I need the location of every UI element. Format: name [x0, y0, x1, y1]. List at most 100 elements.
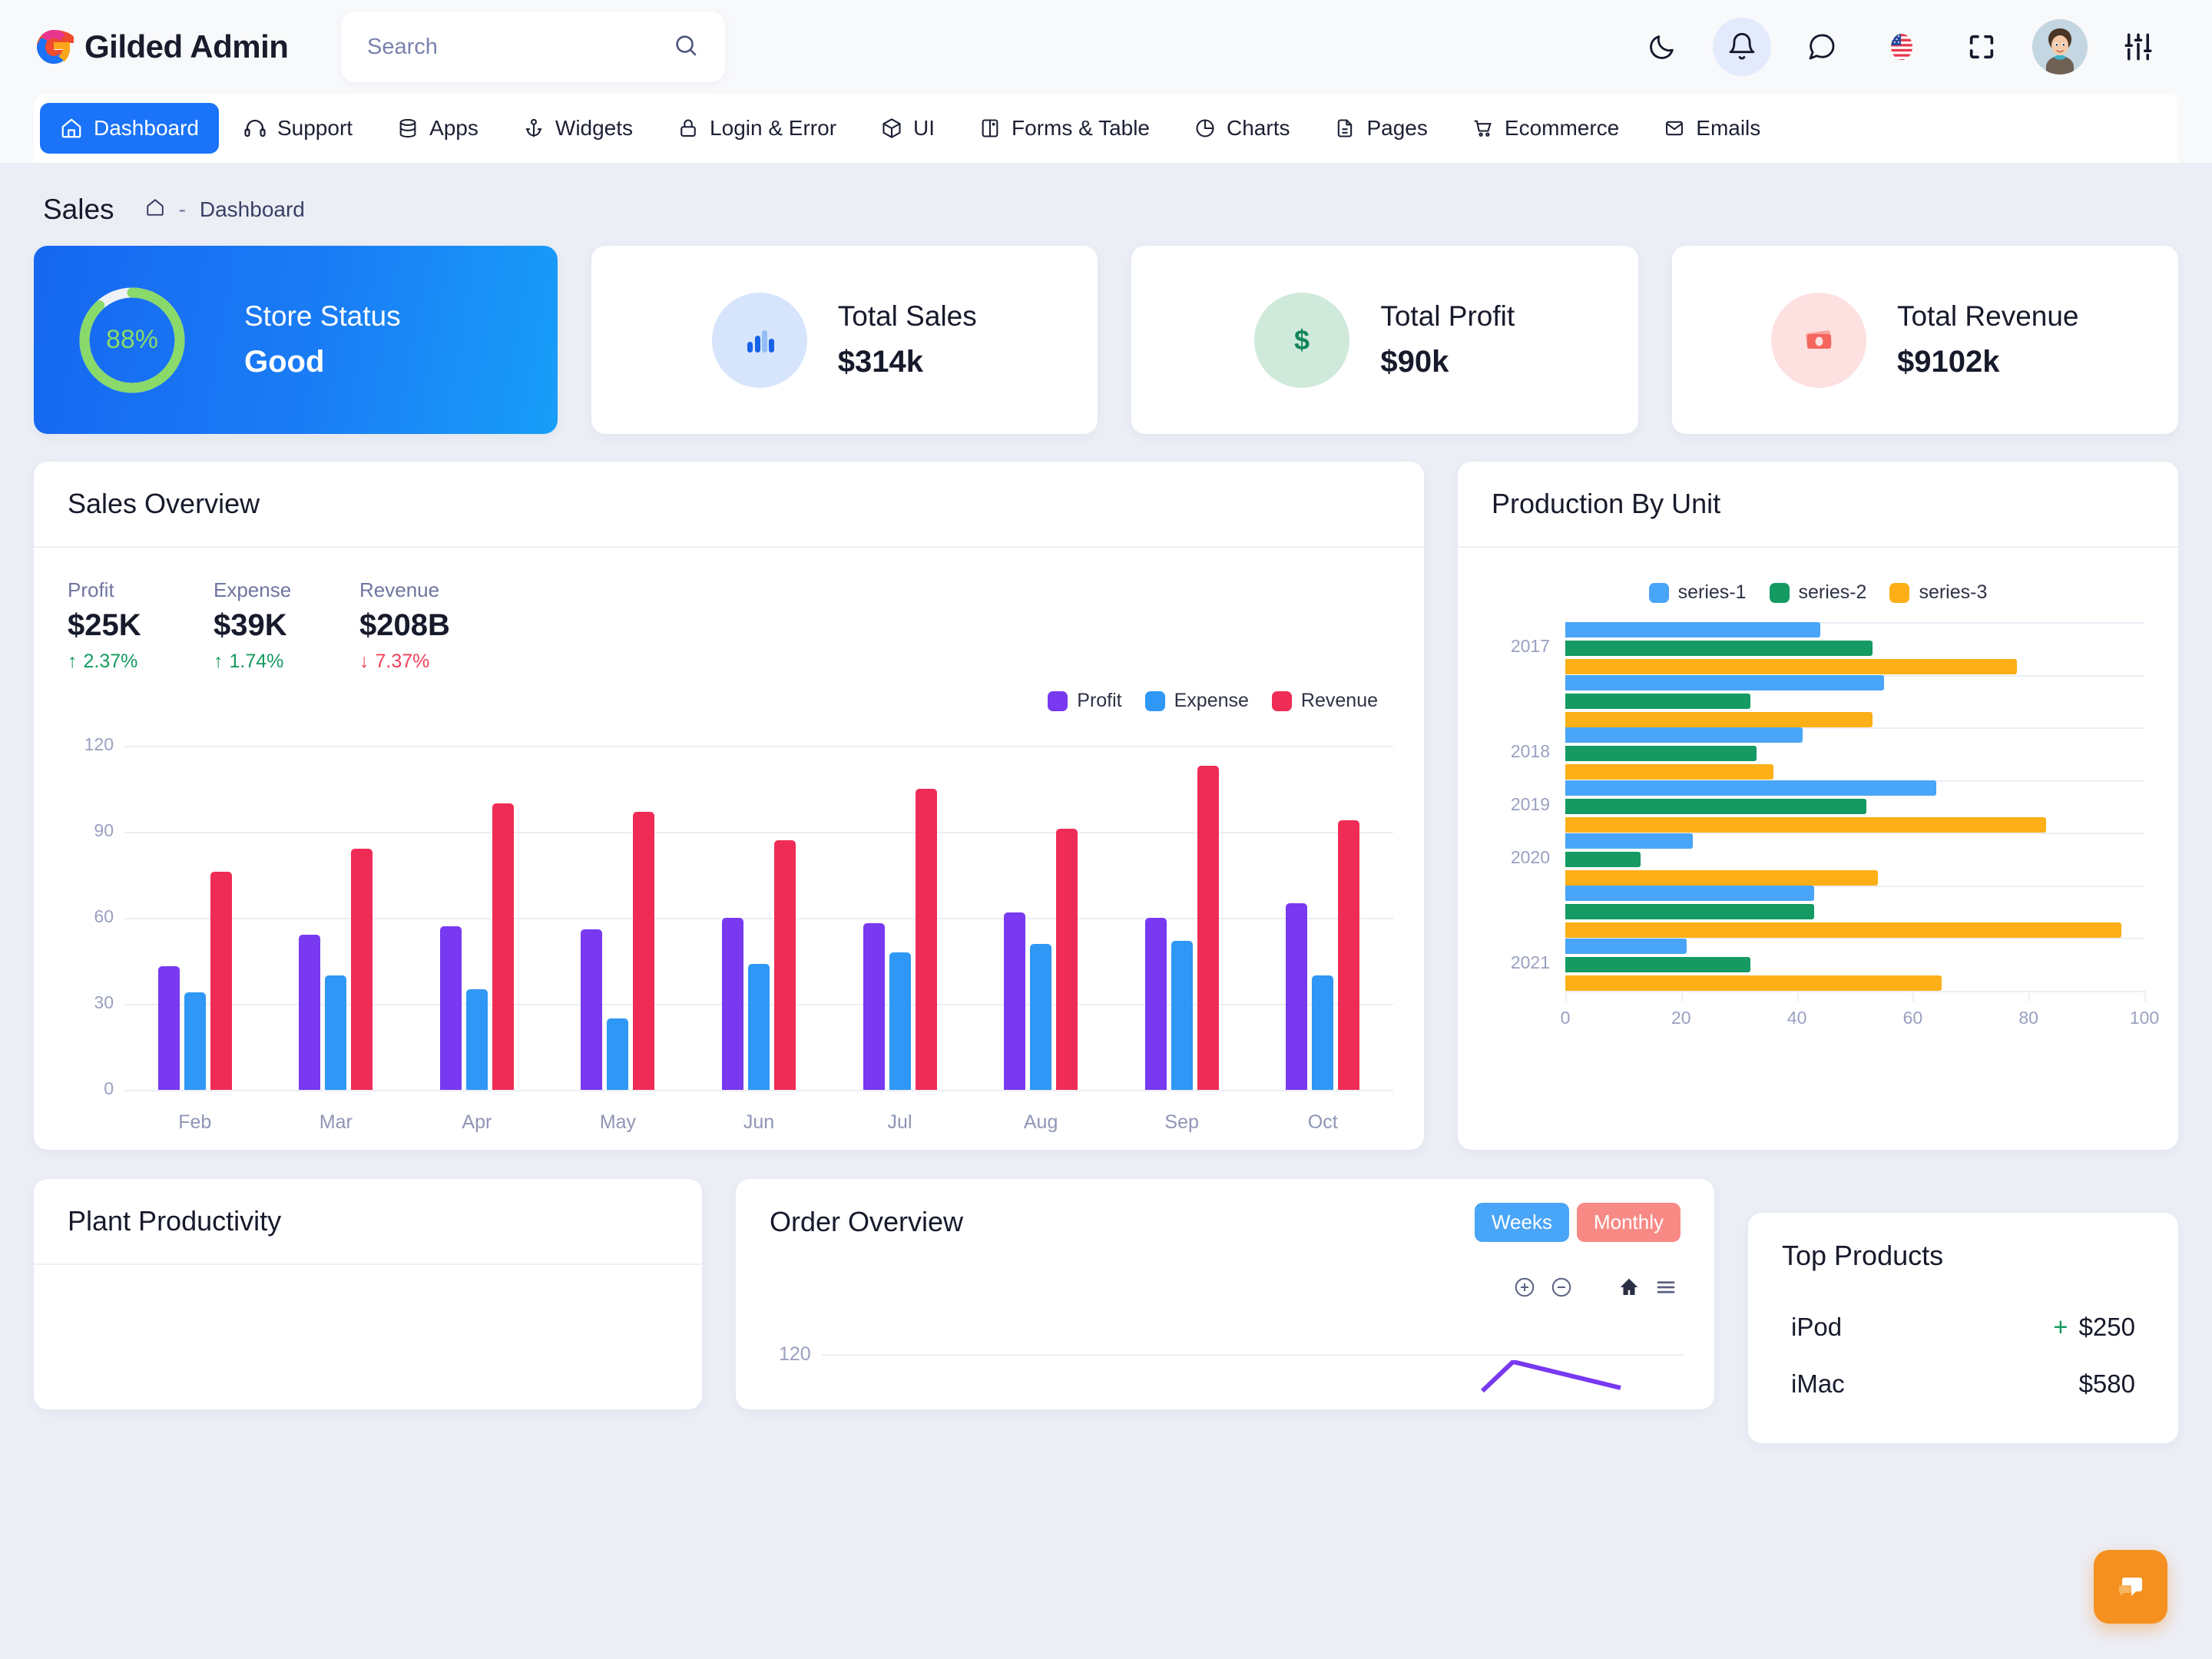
bar-revenue[interactable] [633, 811, 655, 1090]
bar-series-1[interactable] [1565, 622, 1820, 638]
legend-swatch [1048, 690, 1068, 711]
bar-expense[interactable] [1171, 940, 1193, 1090]
top-product-row[interactable]: iPod + $250 [1748, 1299, 2178, 1356]
bar-revenue[interactable] [351, 849, 373, 1090]
stat-label: Total Revenue [1896, 300, 2079, 332]
bar-series-2[interactable] [1565, 693, 1751, 709]
nav-item-apps[interactable]: Apps [377, 103, 498, 154]
dark-mode-icon[interactable] [1633, 18, 1691, 76]
bar-expense[interactable] [889, 952, 911, 1090]
tab-monthly[interactable]: Monthly [1576, 1202, 1681, 1242]
database-icon [397, 118, 419, 139]
bar-group [1004, 746, 1078, 1090]
nav-item-ecommerce[interactable]: Ecommerce [1452, 103, 1639, 154]
nav-item-charts[interactable]: Charts [1174, 103, 1310, 154]
bar-series-1[interactable] [1565, 674, 1884, 690]
breadcrumb-current[interactable]: Dashboard [200, 197, 305, 222]
bar-profit[interactable] [1286, 903, 1308, 1090]
bar-expense[interactable] [1030, 943, 1052, 1090]
stat-card-total-revenue[interactable]: Total Revenue $9102k [1671, 246, 2178, 434]
bar-series-2[interactable] [1565, 746, 1757, 762]
home-icon[interactable] [145, 197, 165, 223]
nav-item-pages[interactable]: Pages [1314, 103, 1447, 154]
bar-series-2[interactable] [1565, 799, 1867, 814]
nav-item-forms-table[interactable]: Forms & Table [959, 103, 1170, 154]
nav-item-ui[interactable]: UI [861, 103, 955, 154]
bar-expense[interactable] [748, 963, 770, 1090]
bar-profit[interactable] [157, 966, 180, 1090]
bar-series-3[interactable] [1565, 817, 2046, 833]
bell-icon[interactable] [1713, 18, 1771, 76]
nav-item-emails[interactable]: Emails [1644, 103, 1780, 154]
bar-revenue[interactable] [915, 789, 937, 1090]
search-icon[interactable] [673, 32, 699, 62]
bar-revenue[interactable] [774, 840, 796, 1090]
bar-series-1[interactable] [1565, 886, 1815, 902]
bar-series-1[interactable] [1565, 780, 1936, 796]
bar-revenue[interactable] [210, 872, 232, 1090]
brand[interactable]: Gilded Admin [34, 27, 341, 67]
bar-profit[interactable] [299, 935, 321, 1090]
reset-icon[interactable] [1618, 1276, 1641, 1303]
bar-profit[interactable] [1004, 912, 1026, 1090]
bar-profit[interactable] [581, 929, 603, 1090]
bar-series-3[interactable] [1565, 659, 2018, 675]
support-chat-fab[interactable] [2094, 1550, 2167, 1624]
nav-item-login-error[interactable]: Login & Error [657, 103, 856, 154]
page-title: Sales [43, 194, 114, 225]
nav-item-support[interactable]: Support [224, 103, 373, 154]
y-axis-tick: 60 [94, 906, 114, 926]
zoom-out-icon[interactable] [1550, 1276, 1573, 1303]
legend-item-series-2[interactable]: series-2 [1769, 581, 1866, 604]
nav-item-widgets[interactable]: Widgets [503, 103, 653, 154]
bar-series-1[interactable] [1565, 938, 1687, 954]
bar-series-1[interactable] [1565, 833, 1693, 849]
bar-expense[interactable] [1312, 975, 1334, 1090]
bar-series-3[interactable] [1565, 922, 2121, 939]
stat-card-total-sales[interactable]: Total Sales $314k [591, 246, 1098, 434]
bar-expense[interactable] [607, 1018, 629, 1090]
bar-series-3[interactable] [1565, 764, 1774, 780]
top-product-row[interactable]: iMac $580 [1748, 1356, 2178, 1412]
legend-item-series-3[interactable]: series-3 [1889, 581, 1987, 604]
settings-sliders-icon[interactable] [2109, 18, 2167, 76]
bar-expense[interactable] [325, 975, 347, 1090]
zoom-in-icon[interactable] [1513, 1276, 1536, 1303]
bar-expense[interactable] [465, 989, 488, 1090]
tab-weeks[interactable]: Weeks [1474, 1202, 1569, 1242]
bar-series-2[interactable] [1565, 904, 1815, 920]
bar-group [157, 746, 232, 1090]
bar-series-1[interactable] [1565, 727, 1803, 743]
bar-revenue[interactable] [1197, 766, 1219, 1090]
plant-productivity-panel: Plant Productivity [34, 1179, 702, 1409]
stat-card-total-profit[interactable]: $ Total Profit $90k [1131, 246, 1638, 434]
legend-item-series-1[interactable]: series-1 [1648, 581, 1747, 604]
bar-series-2[interactable] [1565, 956, 1751, 972]
bar-profit[interactable] [722, 918, 743, 1090]
legend-label: Profit [1077, 690, 1122, 711]
legend-item-revenue[interactable]: Revenue [1271, 690, 1378, 712]
search-box[interactable] [341, 12, 725, 82]
bar-profit[interactable] [863, 923, 885, 1090]
bar-profit[interactable] [439, 926, 462, 1090]
flag-us-icon[interactable] [1873, 18, 1931, 76]
bar-series-3[interactable] [1565, 975, 1942, 991]
stat-card-store-status[interactable]: 88% Store Status Good [34, 246, 558, 434]
nav-item-dashboard[interactable]: Dashboard [40, 103, 219, 154]
fullscreen-icon[interactable] [1952, 18, 2011, 76]
bar-expense[interactable] [184, 992, 206, 1090]
search-input[interactable] [367, 34, 673, 60]
bar-series-3[interactable] [1565, 711, 1873, 727]
bar-revenue[interactable] [1056, 829, 1078, 1090]
chat-icon[interactable] [1793, 18, 1851, 76]
legend-item-profit[interactable]: Profit [1048, 690, 1122, 712]
bar-revenue[interactable] [492, 803, 514, 1090]
legend-item-expense[interactable]: Expense [1144, 690, 1249, 712]
menu-icon[interactable] [1654, 1276, 1677, 1303]
bar-series-2[interactable] [1565, 641, 1873, 657]
bar-series-3[interactable] [1565, 869, 1879, 886]
bar-profit[interactable] [1144, 918, 1167, 1090]
bar-revenue[interactable] [1338, 820, 1360, 1090]
bar-series-2[interactable] [1565, 851, 1641, 867]
avatar[interactable] [2032, 19, 2088, 75]
